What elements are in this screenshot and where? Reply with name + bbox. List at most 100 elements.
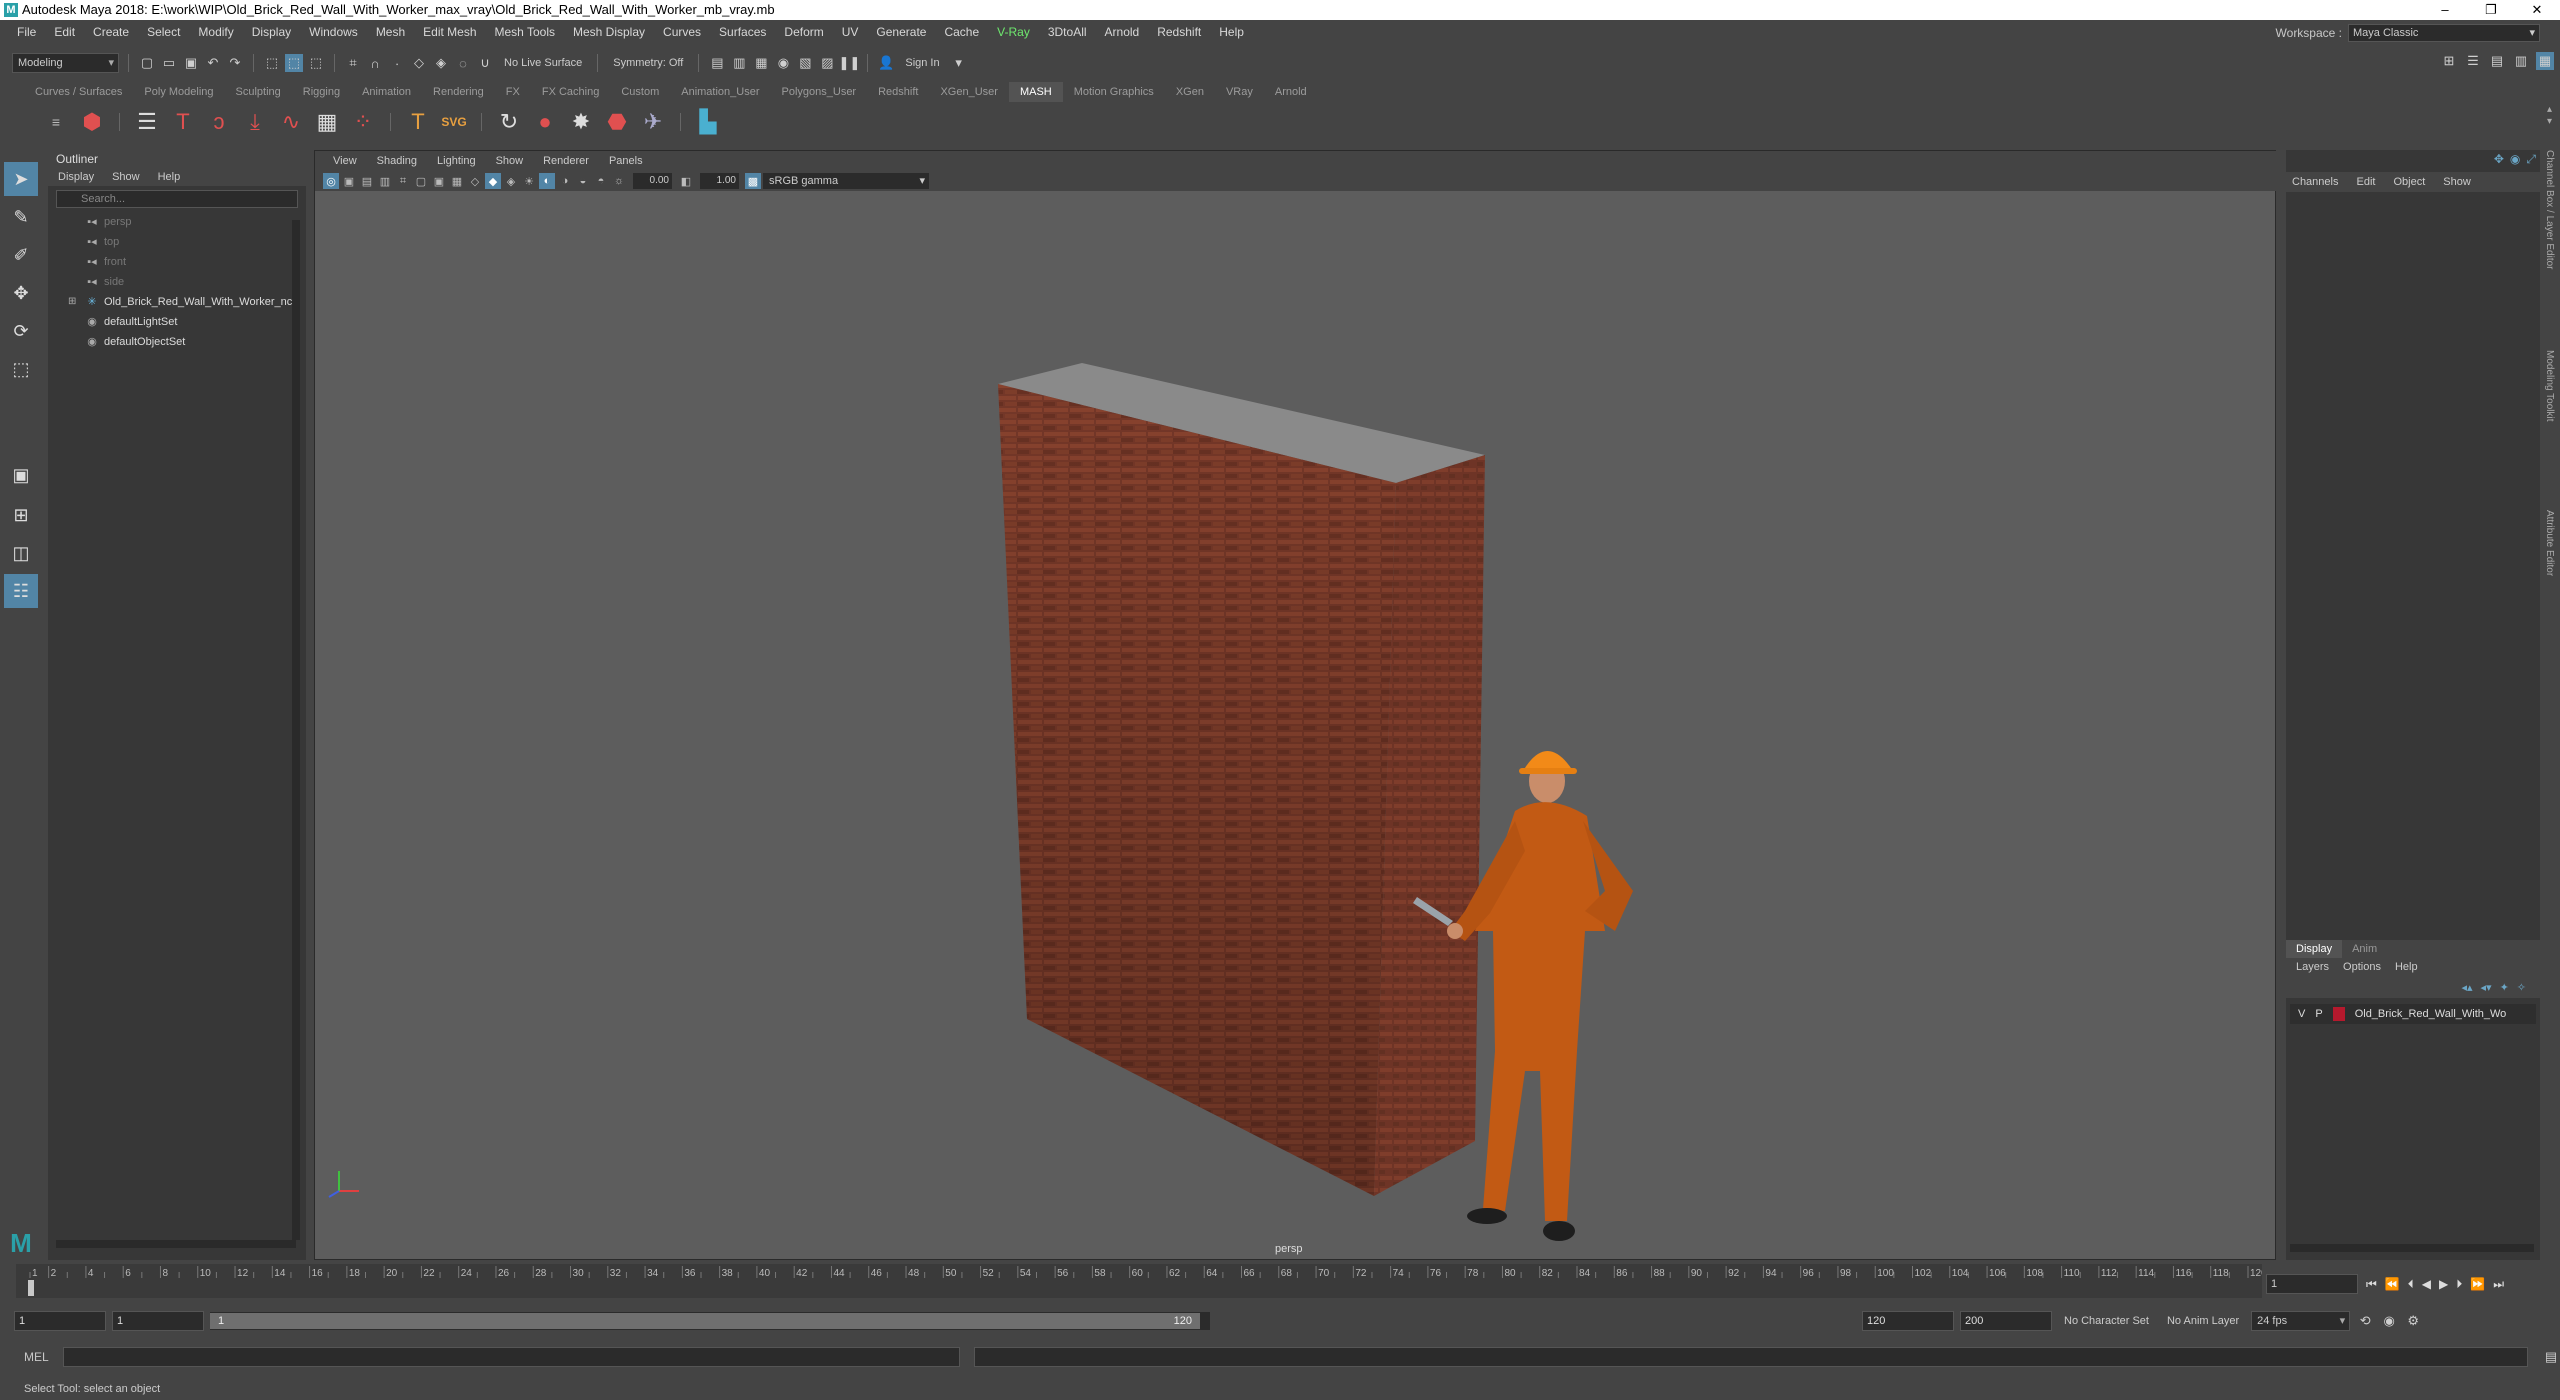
shelf-tab-curves-surfaces[interactable]: Curves / Surfaces xyxy=(24,82,133,102)
outliner-menu-help[interactable]: Help xyxy=(158,168,181,186)
menu-surfaces[interactable]: Surfaces xyxy=(710,25,775,39)
outliner-vertical-scrollbar[interactable] xyxy=(292,220,300,1240)
snap-surface-icon[interactable]: ◈ xyxy=(432,54,450,72)
exposure-field[interactable]: 0.00 xyxy=(633,173,672,189)
mash-scatter-icon[interactable]: ⁘ xyxy=(349,108,377,136)
type-tool-icon[interactable]: T xyxy=(404,108,432,136)
menu-edit[interactable]: Edit xyxy=(45,25,84,39)
textured-icon[interactable]: ◈ xyxy=(503,173,519,189)
side-tab-attribute-editor[interactable]: Attribute Editor xyxy=(2544,510,2555,576)
move-layer-up-icon[interactable]: ◂▴ xyxy=(2461,981,2472,994)
layer-menu-help[interactable]: Help xyxy=(2395,958,2418,976)
layer-menu-options[interactable]: Options xyxy=(2343,958,2381,976)
chevron-down-icon[interactable]: ▾ xyxy=(950,54,968,72)
new-layer-icon[interactable]: ✧ xyxy=(2517,981,2526,994)
film-gate-icon[interactable]: ▢ xyxy=(413,173,429,189)
shadows-icon[interactable]: ◐ xyxy=(539,173,555,189)
render-sequence-icon[interactable]: ▥ xyxy=(730,54,748,72)
xray-icon[interactable]: ◓ xyxy=(593,173,609,189)
outliner-item[interactable]: ◉ defaultLightSet xyxy=(48,312,306,332)
ipr-render-icon[interactable]: ▦ xyxy=(752,54,770,72)
live-surface-field[interactable]: No Live Surface xyxy=(498,57,588,69)
paint-select-icon[interactable]: ✐ xyxy=(4,238,38,272)
playback-end-field[interactable]: 120 xyxy=(1862,1311,1954,1331)
viewport-menu-shading[interactable]: Shading xyxy=(367,155,427,167)
shelf-tab-mash[interactable]: MASH xyxy=(1008,82,1063,102)
move-tool-icon[interactable]: ✥ xyxy=(4,276,38,310)
shelf-tab-rendering[interactable]: Rendering xyxy=(422,82,495,102)
gamma-icon[interactable]: ◧ xyxy=(678,173,694,189)
sign-in-button[interactable]: Sign In xyxy=(899,57,945,69)
shelf-tab-sculpting[interactable]: Sculpting xyxy=(225,82,292,102)
viewport-menu-panels[interactable]: Panels xyxy=(599,155,653,167)
gamma-field[interactable]: 1.00 xyxy=(700,173,739,189)
viewport-menu-lighting[interactable]: Lighting xyxy=(427,155,486,167)
grid-toggle-icon[interactable]: ⌗ xyxy=(395,173,411,189)
menu-help[interactable]: Help xyxy=(1210,25,1253,39)
hypershade-icon[interactable]: ▧ xyxy=(796,54,814,72)
snap-curve-icon[interactable]: ∩ xyxy=(366,54,384,72)
expand-icon[interactable]: ⊞ xyxy=(68,292,76,312)
current-time-marker[interactable] xyxy=(28,1280,34,1296)
mash-flight-icon[interactable]: ✈ xyxy=(639,108,667,136)
menu-select[interactable]: Select xyxy=(138,25,189,39)
smooth-shade-icon[interactable]: ◆ xyxy=(485,173,501,189)
svg-tool-icon[interactable]: SVG xyxy=(440,108,468,136)
command-language-label[interactable]: MEL xyxy=(24,1350,49,1364)
symmetry-dropdown[interactable]: Symmetry: Off xyxy=(607,57,689,69)
camera-select-icon[interactable]: ◎ xyxy=(323,173,339,189)
shelf-tab-xgen-user[interactable]: XGen_User xyxy=(929,82,1008,102)
menu-mesh-display[interactable]: Mesh Display xyxy=(564,25,654,39)
snap-magnet-icon[interactable]: ∪ xyxy=(476,54,494,72)
mash-network-icon[interactable]: ⬢ xyxy=(78,108,106,136)
layer-visibility-toggle[interactable]: V xyxy=(2298,1008,2305,1020)
shelf-tab-polygons-user[interactable]: Polygons_User xyxy=(771,82,868,102)
mash-drop-icon[interactable]: ⤓ xyxy=(241,108,269,136)
channel-menu-edit[interactable]: Edit xyxy=(2356,176,2375,188)
layer-row[interactable]: V P Old_Brick_Red_Wall_With_Wo xyxy=(2290,1004,2536,1024)
outliner-layout-icon[interactable]: ☷ xyxy=(4,574,38,608)
shelf-tab-xgen[interactable]: XGen xyxy=(1165,82,1215,102)
outliner-menu-show[interactable]: Show xyxy=(112,168,140,186)
layer-playback-toggle[interactable]: P xyxy=(2315,1008,2322,1020)
shelf-tab-poly-modeling[interactable]: Poly Modeling xyxy=(133,82,224,102)
exposure-icon[interactable]: ☼ xyxy=(611,173,627,189)
shelf-tab-motion-graphics[interactable]: Motion Graphics xyxy=(1063,82,1165,102)
auto-key-icon[interactable]: ◉ xyxy=(2380,1312,2398,1330)
animation-end-field[interactable]: 200 xyxy=(1960,1311,2052,1331)
new-layer-selected-icon[interactable]: ✦ xyxy=(2500,981,2509,994)
viewport-menu-view[interactable]: View xyxy=(323,155,367,167)
menu-file[interactable]: File xyxy=(8,25,45,39)
anim-prefs-icon[interactable]: ⚙ xyxy=(2404,1312,2422,1330)
undo-icon[interactable]: ↶ xyxy=(204,54,222,72)
play-forward-icon[interactable]: ▶ xyxy=(2439,1277,2448,1291)
ambient-occlusion-icon[interactable]: ◑ xyxy=(557,173,573,189)
fps-dropdown[interactable]: 24 fps xyxy=(2251,1311,2351,1331)
pin-icon[interactable]: ✥ xyxy=(2494,152,2504,167)
layout-toggle-icon[interactable]: ▦ xyxy=(2536,52,2554,70)
menu-curves[interactable]: Curves xyxy=(654,25,710,39)
playback-start-field[interactable]: 1 xyxy=(112,1311,204,1331)
viewport-menu-renderer[interactable]: Renderer xyxy=(533,155,599,167)
menu-set-dropdown[interactable]: Modeling xyxy=(12,53,119,73)
select-hierarchy-icon[interactable]: ⬚ xyxy=(263,54,281,72)
mash-sphere-icon[interactable]: ● xyxy=(531,108,559,136)
time-slider[interactable]: 1 2 4 6 8 10 12 14 16 18 20 22 24 26 28 30 32 34 36 38 40 42 4… xyxy=(16,1264,2262,1298)
mash-grid-icon[interactable]: ▦ xyxy=(313,108,341,136)
close-button[interactable]: ✕ xyxy=(2514,0,2560,20)
menu-edit-mesh[interactable]: Edit Mesh xyxy=(414,25,485,39)
shelf-tab-custom[interactable]: Custom xyxy=(610,82,670,102)
shelf-scroll-arrows[interactable]: ▴ ▾ xyxy=(2547,104,2552,128)
select-component-icon[interactable]: ⬚ xyxy=(307,54,325,72)
channel-menu-object[interactable]: Object xyxy=(2393,176,2425,188)
rotate-tool-icon[interactable]: ⟳ xyxy=(4,314,38,348)
render-setup-icon[interactable]: ▨ xyxy=(818,54,836,72)
animation-start-field[interactable]: 1 xyxy=(14,1311,106,1331)
modeling-toolkit-icon[interactable]: ⊞ xyxy=(2440,52,2458,70)
channel-box-icon[interactable]: ▥ xyxy=(2512,52,2530,70)
wireframe-icon[interactable]: ◇ xyxy=(467,173,483,189)
shelf-tab-animation-user[interactable]: Animation_User xyxy=(670,82,770,102)
safe-action-icon[interactable]: ▦ xyxy=(449,173,465,189)
outliner-item[interactable]: ⊞ ✳ Old_Brick_Red_Wall_With_Worker_nc xyxy=(48,292,306,312)
mash-outliner-icon[interactable]: ▙ xyxy=(694,108,722,136)
